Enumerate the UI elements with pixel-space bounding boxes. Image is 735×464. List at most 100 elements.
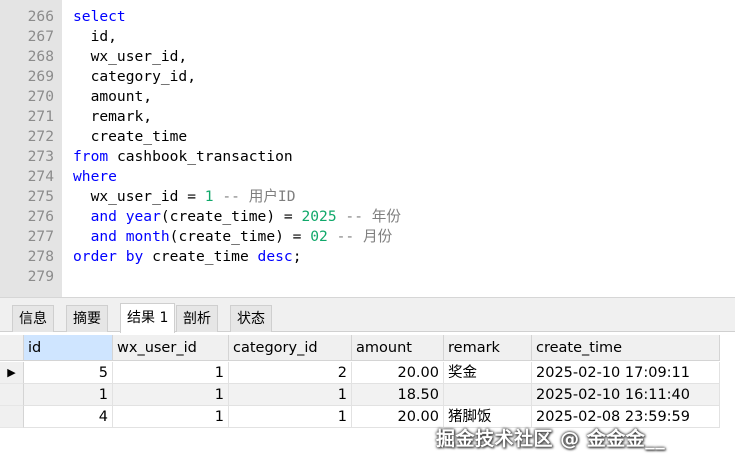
line-number: 272 bbox=[27, 128, 54, 145]
code-token: -- 月份 bbox=[327, 228, 393, 245]
code-line[interactable]: 274 where bbox=[0, 167, 735, 187]
code-token: and bbox=[90, 208, 117, 225]
code-line[interactable]: 278 order by create_time desc; bbox=[0, 247, 735, 267]
code-token: and bbox=[90, 228, 117, 245]
current-row-indicator-icon: ▶ bbox=[0, 362, 24, 384]
code-text[interactable]: amount, bbox=[73, 87, 153, 107]
code-token: ; bbox=[292, 248, 302, 265]
tab-info[interactable]: 信息 bbox=[12, 305, 54, 332]
code-text[interactable]: and month(create_time) = 02 -- 月份 bbox=[73, 227, 393, 247]
code-text[interactable]: category_id, bbox=[73, 67, 196, 87]
cell-amount[interactable]: 20.00 bbox=[352, 406, 444, 428]
code-line[interactable]: 270 amount, bbox=[0, 87, 735, 107]
code-token: 1 bbox=[204, 188, 214, 205]
sql-editor[interactable]: 266 select 267 id, 268 wx_user_id, 269 categ… bbox=[0, 0, 735, 297]
cell-wx-user-id[interactable]: 1 bbox=[113, 406, 229, 428]
cell-wx-user-id[interactable]: 1 bbox=[113, 362, 229, 384]
result-tabbar: 信息 摘要 结果 1 剖析 状态 bbox=[0, 302, 735, 333]
code-text[interactable]: where bbox=[73, 167, 117, 187]
code-token: remark, bbox=[73, 108, 153, 125]
code-line[interactable]: 277 and month(create_time) = 02 -- 月份 bbox=[0, 227, 735, 247]
code-token: amount, bbox=[73, 88, 153, 105]
code-text[interactable]: select bbox=[73, 7, 126, 27]
tab-result-1[interactable]: 结果 1 bbox=[120, 303, 176, 333]
code-text[interactable]: and year(create_time) = 2025 -- 年份 bbox=[73, 207, 401, 227]
row-indicator bbox=[0, 384, 24, 406]
code-token: where bbox=[73, 168, 117, 185]
code-line[interactable]: 267 id, bbox=[0, 27, 735, 47]
cell-remark[interactable]: 奖金 bbox=[444, 362, 532, 384]
row-indicator-header bbox=[0, 335, 24, 361]
cell-amount[interactable]: 18.50 bbox=[352, 384, 444, 406]
cell-id[interactable]: 1 bbox=[24, 384, 113, 406]
column-header-category-id[interactable]: category_id bbox=[229, 335, 352, 361]
table-row[interactable]: ▶ 5 1 2 20.00 奖金 2025-02-10 17:09:11 bbox=[0, 362, 720, 384]
line-number: 279 bbox=[27, 268, 54, 285]
code-token: create_time bbox=[73, 128, 188, 145]
column-header-amount[interactable]: amount bbox=[352, 335, 444, 361]
tab-status[interactable]: 状态 bbox=[230, 305, 272, 332]
code-token: -- 用户ID bbox=[213, 188, 296, 205]
cell-category-id[interactable]: 2 bbox=[229, 362, 352, 384]
tab-profile[interactable]: 剖析 bbox=[176, 305, 218, 332]
code-token: id, bbox=[73, 28, 117, 45]
cell-category-id[interactable]: 1 bbox=[229, 384, 352, 406]
column-header-remark[interactable]: remark bbox=[444, 335, 532, 361]
cell-category-id[interactable]: 1 bbox=[229, 406, 352, 428]
line-number: 266 bbox=[27, 8, 54, 25]
line-number: 268 bbox=[27, 48, 54, 65]
code-token: order by bbox=[73, 248, 144, 265]
code-token: (create_time) = bbox=[160, 208, 302, 225]
code-line[interactable]: 276 and year(create_time) = 2025 -- 年份 bbox=[0, 207, 735, 227]
code-text[interactable]: remark, bbox=[73, 107, 153, 127]
code-text[interactable]: order by create_time desc; bbox=[73, 247, 301, 267]
line-number: 276 bbox=[27, 208, 54, 225]
line-number: 278 bbox=[27, 248, 54, 265]
code-line[interactable]: 273 from cashbook_transaction bbox=[0, 147, 735, 167]
code-token: category_id, bbox=[73, 68, 197, 85]
code-token: create_time bbox=[143, 248, 258, 265]
row-indicator bbox=[0, 406, 24, 428]
code-token: select bbox=[73, 8, 126, 25]
column-header-wx-user-id[interactable]: wx_user_id bbox=[113, 335, 229, 361]
code-token: from bbox=[73, 148, 109, 165]
code-line[interactable]: 279 bbox=[0, 267, 735, 287]
code-token: wx_user_id = bbox=[73, 188, 205, 205]
code-line[interactable]: 271 remark, bbox=[0, 107, 735, 127]
line-number: 269 bbox=[27, 68, 54, 85]
code-line[interactable]: 269 category_id, bbox=[0, 67, 735, 87]
code-text[interactable]: from cashbook_transaction bbox=[73, 147, 293, 167]
code-text[interactable]: wx_user_id, bbox=[73, 47, 188, 67]
column-header-id[interactable]: id bbox=[24, 335, 113, 361]
cell-amount[interactable]: 20.00 bbox=[352, 362, 444, 384]
code-text[interactable]: wx_user_id = 1 -- 用户ID bbox=[73, 187, 296, 207]
code-line[interactable]: 266 select bbox=[0, 7, 735, 27]
cell-create-time[interactable]: 2025-02-10 16:11:40 bbox=[532, 384, 720, 406]
code-line[interactable]: 268 wx_user_id, bbox=[0, 47, 735, 67]
code-token: 02 bbox=[310, 228, 328, 245]
line-number: 277 bbox=[27, 228, 54, 245]
code-text[interactable]: id, bbox=[73, 27, 117, 47]
watermark: 掘金技术社区 @ 金金金__ bbox=[436, 428, 666, 450]
code-token: desc bbox=[257, 248, 293, 265]
cell-remark[interactable] bbox=[444, 384, 532, 406]
code-token: year bbox=[125, 208, 161, 225]
cell-id[interactable]: 5 bbox=[24, 362, 113, 384]
code-line[interactable]: 275 wx_user_id = 1 -- 用户ID bbox=[0, 187, 735, 207]
code-token: 2025 bbox=[301, 208, 337, 225]
table-row[interactable]: 1 1 1 18.50 2025-02-10 16:11:40 bbox=[0, 384, 720, 406]
code-token: -- 年份 bbox=[336, 208, 401, 225]
line-number: 273 bbox=[27, 148, 54, 165]
code-token: cashbook_transaction bbox=[108, 148, 293, 165]
tab-summary[interactable]: 摘要 bbox=[66, 305, 108, 332]
line-number: 271 bbox=[27, 108, 54, 125]
cell-wx-user-id[interactable]: 1 bbox=[113, 384, 229, 406]
cell-create-time[interactable]: 2025-02-10 17:09:11 bbox=[532, 362, 720, 384]
code-line[interactable]: 272 create_time bbox=[0, 127, 735, 147]
cell-id[interactable]: 4 bbox=[24, 406, 113, 428]
column-header-create-time[interactable]: create_time bbox=[532, 335, 720, 361]
code-text[interactable]: create_time bbox=[73, 127, 188, 147]
